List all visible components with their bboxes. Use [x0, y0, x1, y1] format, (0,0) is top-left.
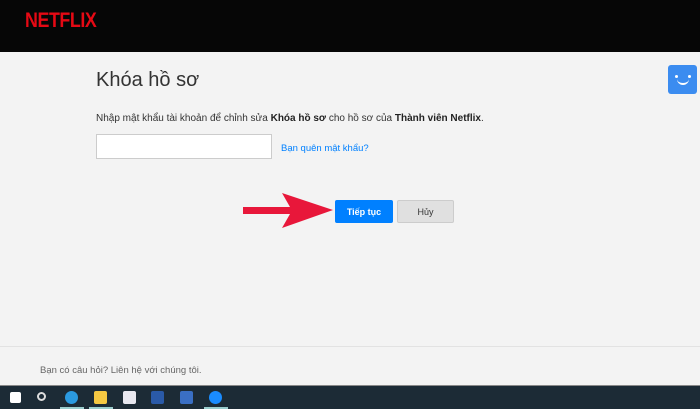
file-explorer-icon[interactable] [94, 391, 107, 404]
page-title: Khóa hồ sơ [96, 69, 200, 91]
desc-bold: Khóa hồ sơ [270, 113, 327, 124]
forgot-password-link[interactable]: Bạn quên mật khẩu? [281, 143, 369, 154]
store-icon[interactable] [123, 391, 136, 404]
description: Nhập mật khẩu tài khoản để chỉnh sửa Khó… [96, 113, 484, 124]
taskbar [0, 385, 700, 409]
search-icon[interactable] [37, 392, 46, 401]
desc-bold: Thành viên Netflix [394, 113, 481, 124]
footer-contact-link[interactable]: Bạn có câu hỏi? Liên hệ với chúng tôi. [40, 365, 202, 376]
word-icon[interactable] [151, 391, 164, 404]
desc-text: Nhập mật khẩu tài khoản để chỉnh sửa [96, 113, 271, 124]
windows-icon[interactable] [10, 392, 21, 403]
profile-avatar-icon[interactable] [668, 65, 697, 94]
header: NETFLIX [0, 0, 700, 52]
continue-button[interactable]: Tiếp tục [335, 200, 393, 223]
password-input[interactable] [96, 134, 272, 159]
edge-icon[interactable] [65, 391, 78, 404]
footer-divider [0, 346, 700, 347]
netflix-logo[interactable]: NETFLIX [25, 9, 97, 33]
zalo-icon[interactable] [209, 391, 222, 404]
desc-text: . [481, 113, 484, 124]
app-icon[interactable] [180, 391, 193, 404]
red-arrow-icon [243, 193, 333, 228]
desc-text: cho hồ sơ của [326, 113, 395, 124]
cancel-button[interactable]: Hủy [397, 200, 454, 223]
